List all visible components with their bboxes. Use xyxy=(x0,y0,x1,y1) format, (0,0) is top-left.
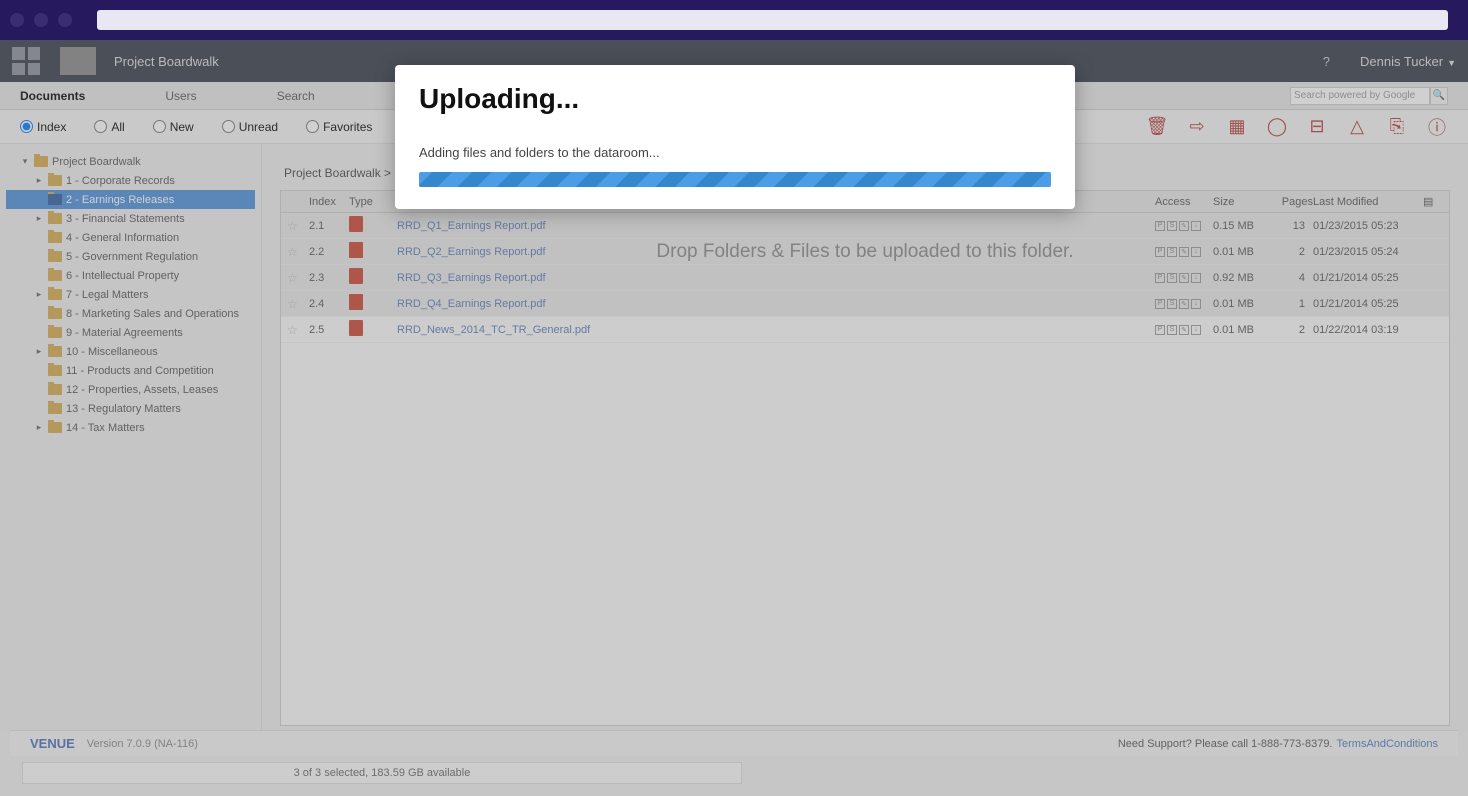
modal-title: Uploading... xyxy=(419,83,1051,115)
window-titlebar xyxy=(0,0,1468,40)
modal-text: Adding files and folders to the dataroom… xyxy=(419,145,1051,160)
close-dot[interactable] xyxy=(10,13,24,27)
window-controls[interactable] xyxy=(10,13,72,27)
progress-bar xyxy=(419,172,1051,187)
url-bar[interactable] xyxy=(97,10,1448,30)
max-dot[interactable] xyxy=(58,13,72,27)
min-dot[interactable] xyxy=(34,13,48,27)
upload-modal: Uploading... Adding files and folders to… xyxy=(395,65,1075,209)
